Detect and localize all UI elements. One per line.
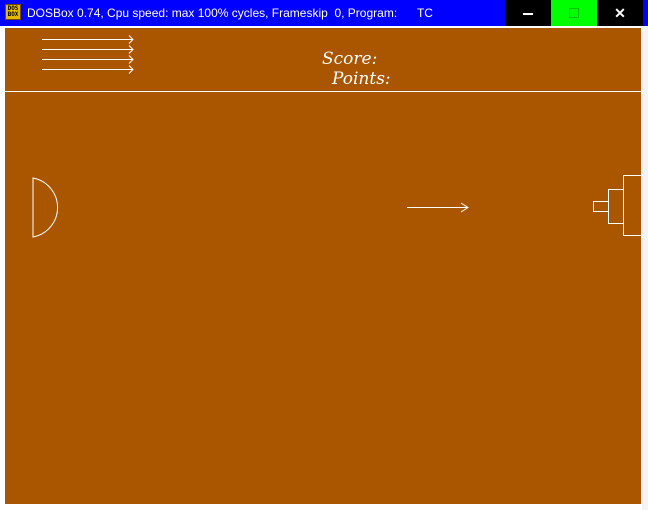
arrow-life-icon [42, 55, 134, 64]
title-bar[interactable]: DOS BOX DOSBox 0.74, Cpu speed: max 100%… [0, 0, 648, 26]
minimize-button[interactable] [505, 0, 551, 26]
playfield-border [4, 27, 642, 505]
close-button[interactable]: ✕ [597, 0, 643, 26]
arrow-life-icon [42, 35, 134, 44]
points-label: Points: [332, 69, 391, 89]
maximize-icon [569, 8, 579, 18]
window-title: DOSBox 0.74, Cpu speed: max 100% cycles,… [27, 6, 433, 20]
target-icon [593, 175, 642, 236]
flying-arrow [407, 202, 469, 213]
arrow-life-icon [42, 65, 134, 74]
maximize-button[interactable] [551, 0, 597, 26]
minimize-icon [523, 13, 533, 15]
score-label: Score: [322, 49, 378, 69]
game-screen[interactable]: Score: Points: [4, 27, 642, 505]
game-canvas [4, 27, 642, 505]
close-icon: ✕ [614, 5, 626, 21]
remaining-arrows [42, 35, 134, 74]
bow-icon [32, 177, 58, 238]
arrow-life-icon [42, 45, 134, 54]
window-edge [642, 27, 648, 510]
dosbox-window: DOS BOX DOSBox 0.74, Cpu speed: max 100%… [0, 0, 648, 510]
dosbox-app-icon[interactable]: DOS BOX [5, 4, 21, 20]
